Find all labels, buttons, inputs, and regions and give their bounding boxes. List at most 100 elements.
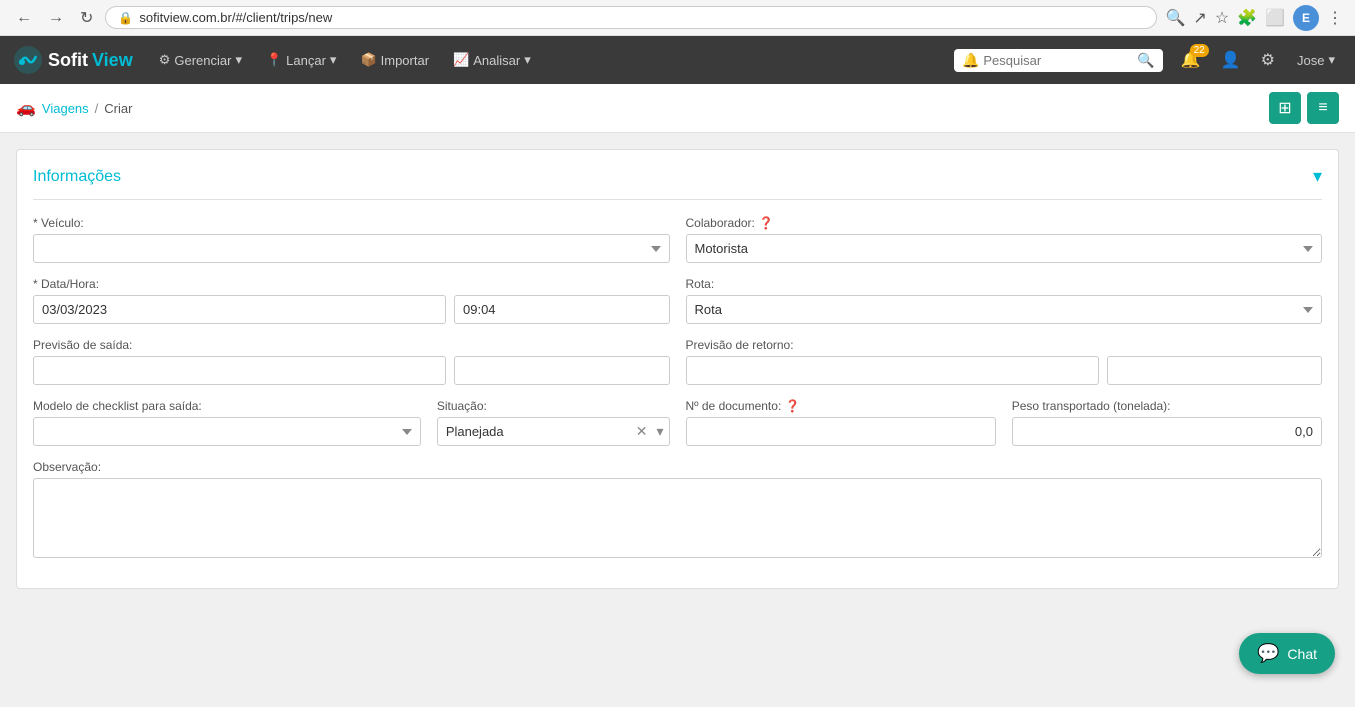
colaborador-label: Colaborador: ❓ bbox=[686, 216, 1323, 230]
observacao-group: Observação: bbox=[33, 460, 1322, 558]
veiculo-select[interactable] bbox=[33, 234, 670, 263]
data-hora-label: * Data/Hora: bbox=[33, 277, 670, 291]
datetime-wrapper bbox=[33, 295, 670, 324]
observacao-textarea[interactable] bbox=[33, 478, 1322, 558]
form-row-2: * Data/Hora: Rota: Rota bbox=[33, 277, 1322, 324]
brand-sofit: Sofit bbox=[48, 50, 88, 71]
star-icon[interactable]: ☆ bbox=[1215, 8, 1229, 28]
chevron-down-icon: ▾ bbox=[235, 52, 242, 68]
reload-button[interactable]: ↻ bbox=[76, 6, 97, 30]
search-box: 🔔 🔍 bbox=[954, 49, 1163, 72]
settings-icon[interactable]: ⚙ bbox=[1255, 46, 1281, 74]
veiculo-label: * Veículo: bbox=[33, 216, 670, 230]
form-row-1: * Veículo: Colaborador: ❓ Motorista bbox=[33, 216, 1322, 263]
user-settings-icon[interactable]: 👤 bbox=[1215, 46, 1247, 74]
navbar: SofitView ⚙ Gerenciar ▾ 📍 Lançar ▾ 📦 Imp… bbox=[0, 36, 1355, 84]
data-hora-group: * Data/Hora: bbox=[33, 277, 670, 324]
breadcrumb: 🚗 Viagens / Criar bbox=[16, 98, 132, 118]
situacao-group: Situação: Planejada ✕ ▾ bbox=[437, 399, 670, 446]
rota-label: Rota: bbox=[686, 277, 1323, 291]
action-btn-2[interactable]: ≡ bbox=[1307, 92, 1339, 124]
rota-group: Rota: Rota bbox=[686, 277, 1323, 324]
url-text: sofitview.com.br/#/client/trips/new bbox=[139, 10, 332, 25]
notification-badge: 22 bbox=[1190, 44, 1209, 57]
previsao-retorno-time[interactable] bbox=[1107, 356, 1323, 385]
form-row-4: Modelo de checklist para saída: Situação… bbox=[33, 399, 1322, 446]
breadcrumb-separator: / bbox=[95, 101, 99, 116]
situation-chevron-icon: ▾ bbox=[656, 423, 663, 440]
search-submit-icon[interactable]: 🔍 bbox=[1137, 52, 1154, 69]
ndocumento-help-icon[interactable]: ❓ bbox=[785, 399, 800, 413]
main-content: Informações ▾ * Veículo: Colaborador: ❓ … bbox=[0, 133, 1355, 707]
nav-gerenciar[interactable]: ⚙ Gerenciar ▾ bbox=[149, 46, 252, 74]
user-avatar[interactable]: E bbox=[1293, 5, 1319, 31]
breadcrumb-parent[interactable]: Viagens bbox=[42, 101, 89, 116]
hora-input[interactable] bbox=[454, 295, 670, 324]
situacao-label: Situação: bbox=[437, 399, 670, 413]
search-icon: 🔔 bbox=[962, 52, 979, 69]
action-btn-1[interactable]: ⊞ bbox=[1269, 92, 1301, 124]
section-title: Informações bbox=[33, 168, 121, 186]
nav-lancar[interactable]: 📍 Lançar ▾ bbox=[256, 46, 346, 74]
chat-label: Chat bbox=[1287, 646, 1317, 662]
veiculo-group: * Veículo: bbox=[33, 216, 670, 263]
notification-bell[interactable]: 🔔 22 bbox=[1175, 46, 1207, 74]
chart-icon: 📈 bbox=[453, 52, 469, 68]
peso-label: Peso transportado (tonelada): bbox=[1012, 399, 1322, 413]
observacao-label: Observação: bbox=[33, 460, 1322, 474]
user-menu[interactable]: Jose ▾ bbox=[1289, 48, 1343, 72]
breadcrumb-current: Criar bbox=[104, 101, 132, 116]
form-card: Informações ▾ * Veículo: Colaborador: ❓ … bbox=[16, 149, 1339, 589]
chevron-down-icon: ▾ bbox=[330, 52, 337, 68]
previsao-saida-time[interactable] bbox=[454, 356, 670, 385]
search-input[interactable] bbox=[983, 53, 1133, 68]
address-bar[interactable]: 🔒 sofitview.com.br/#/client/trips/new bbox=[105, 6, 1157, 29]
previsao-retorno-date[interactable] bbox=[686, 356, 1099, 385]
colaborador-select[interactable]: Motorista bbox=[686, 234, 1323, 263]
nav-analisar[interactable]: 📈 Analisar ▾ bbox=[443, 46, 541, 74]
previsao-saida-datetime bbox=[33, 356, 670, 385]
situacao-wrapper: Planejada ✕ ▾ bbox=[437, 417, 670, 446]
ndocumento-group: Nº de documento: ❓ bbox=[686, 399, 996, 446]
peso-group: Peso transportado (tonelada): bbox=[1012, 399, 1322, 446]
previsao-retorno-label: Previsão de retorno: bbox=[686, 338, 1323, 352]
modelo-checklist-group: Modelo de checklist para saída: bbox=[33, 399, 421, 446]
share-icon[interactable]: ↗ bbox=[1193, 8, 1206, 28]
chat-icon: 💬 bbox=[1257, 643, 1279, 664]
trips-icon: 🚗 bbox=[16, 98, 36, 118]
nav-importar[interactable]: 📦 Importar bbox=[350, 46, 439, 74]
back-button[interactable]: ← bbox=[12, 7, 36, 29]
situation-clear-icon[interactable]: ✕ bbox=[636, 423, 648, 440]
ndocumento-input[interactable] bbox=[686, 417, 996, 446]
split-icon[interactable]: ⬜ bbox=[1265, 8, 1285, 28]
brand: SofitView bbox=[12, 44, 133, 76]
previsao-retorno-datetime bbox=[686, 356, 1323, 385]
nav-right: 🔔 22 👤 ⚙ Jose ▾ bbox=[1175, 46, 1343, 74]
form-row-3: Previsão de saída: Previsão de retorno: bbox=[33, 338, 1322, 385]
grid-icon: ⊞ bbox=[1278, 98, 1291, 118]
brand-logo-icon bbox=[12, 44, 44, 76]
breadcrumb-actions: ⊞ ≡ bbox=[1269, 92, 1339, 124]
gear-icon: ⚙ bbox=[159, 52, 171, 68]
rota-select[interactable]: Rota bbox=[686, 295, 1323, 324]
forward-button[interactable]: → bbox=[44, 7, 68, 29]
chat-button[interactable]: 💬 Chat bbox=[1239, 633, 1335, 674]
data-input[interactable] bbox=[33, 295, 446, 324]
extensions-icon[interactable]: 🧩 bbox=[1237, 8, 1257, 28]
lock-icon: 🔒 bbox=[118, 11, 133, 25]
colaborador-help-icon[interactable]: ❓ bbox=[759, 216, 774, 230]
collapse-button[interactable]: ▾ bbox=[1313, 166, 1322, 187]
breadcrumb-bar: 🚗 Viagens / Criar ⊞ ≡ bbox=[0, 84, 1355, 133]
menu-icon[interactable]: ⋮ bbox=[1327, 8, 1343, 28]
chevron-down-icon: ▾ bbox=[524, 52, 531, 68]
modelo-checklist-label: Modelo de checklist para saída: bbox=[33, 399, 421, 413]
previsao-saida-label: Previsão de saída: bbox=[33, 338, 670, 352]
situacao-select[interactable]: Planejada bbox=[437, 417, 670, 446]
modelo-checklist-select[interactable] bbox=[33, 417, 421, 446]
peso-input[interactable] bbox=[1012, 417, 1322, 446]
search-browser-icon[interactable]: 🔍 bbox=[1165, 8, 1185, 28]
user-chevron-icon: ▾ bbox=[1328, 52, 1335, 68]
previsao-saida-date[interactable] bbox=[33, 356, 446, 385]
form-section-header: Informações ▾ bbox=[33, 166, 1322, 200]
import-icon: 📦 bbox=[360, 52, 376, 68]
